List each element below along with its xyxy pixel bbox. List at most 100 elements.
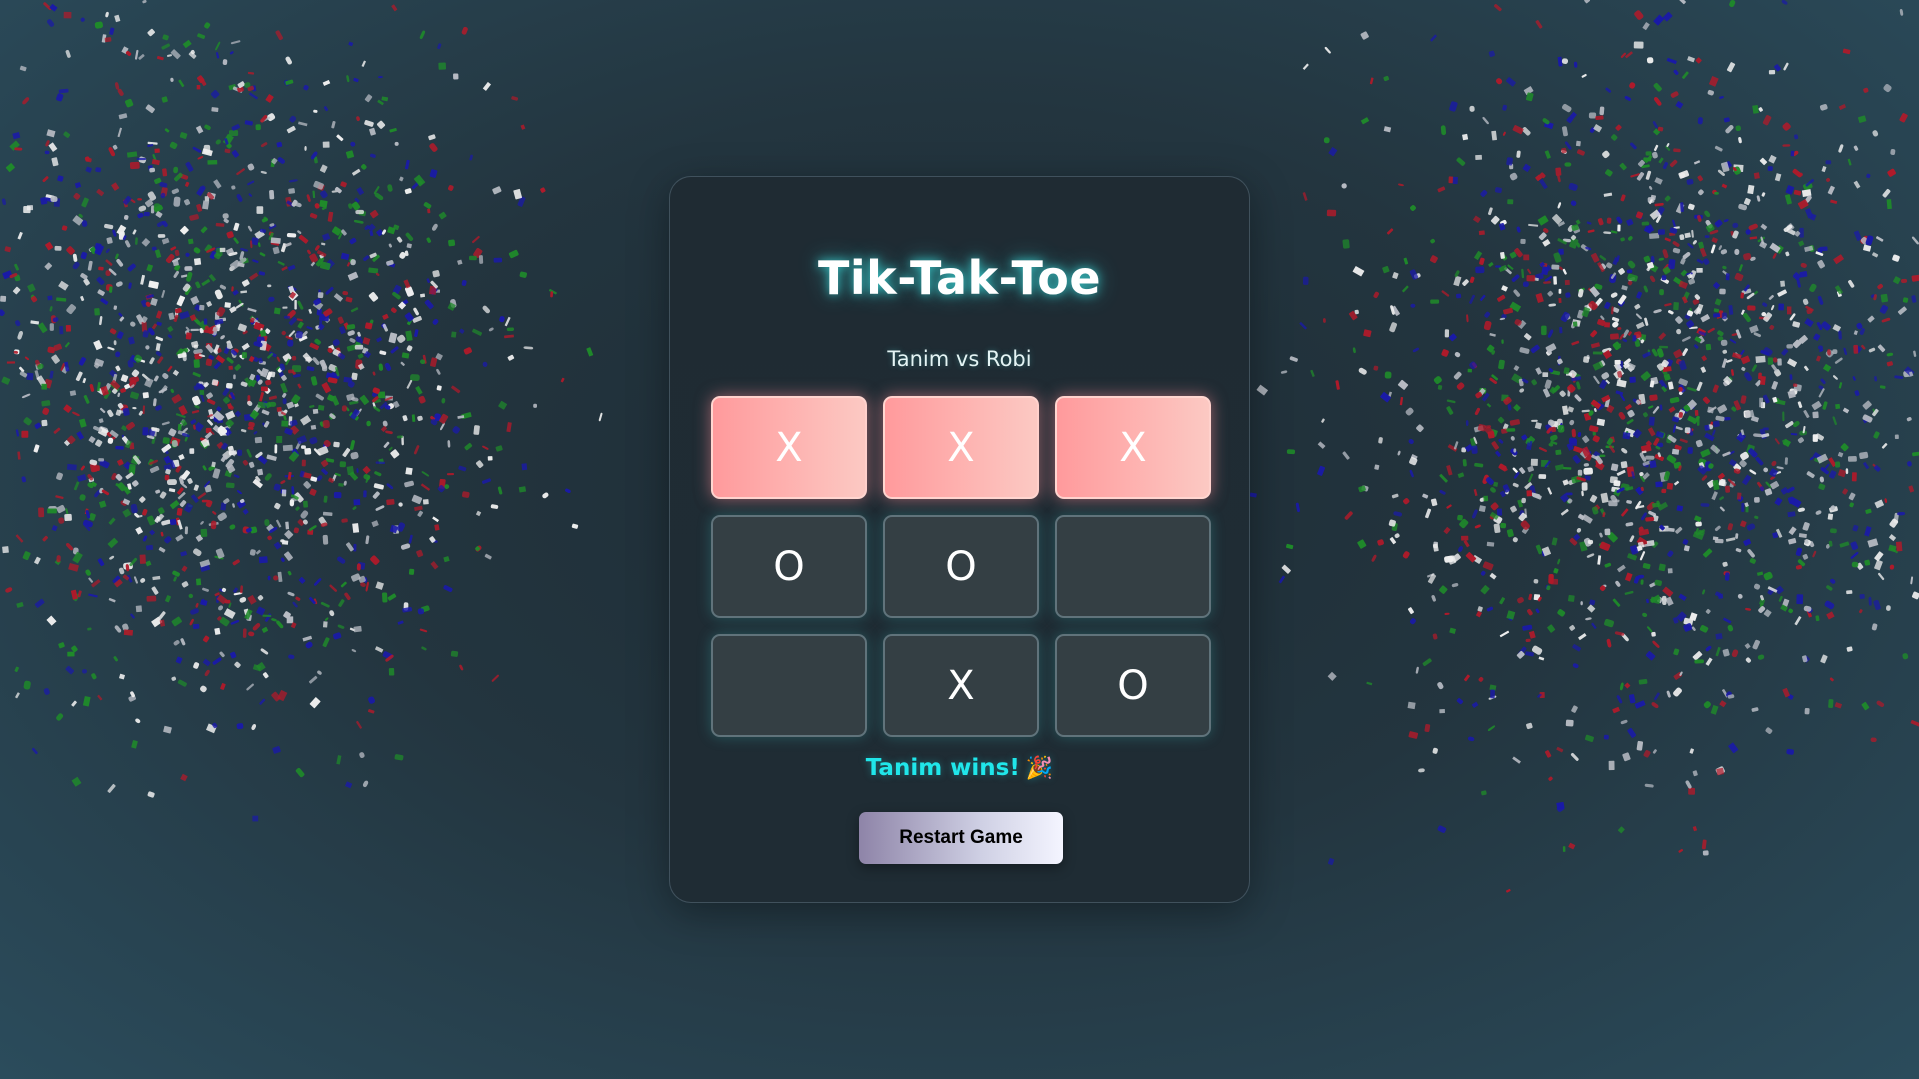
confetti-piece	[247, 180, 255, 186]
confetti-piece	[1495, 450, 1501, 457]
confetti-piece	[403, 279, 411, 289]
confetti-piece	[265, 379, 272, 386]
confetti-piece	[56, 504, 66, 514]
confetti-piece	[1446, 406, 1454, 415]
confetti-piece	[1490, 689, 1495, 699]
board-cell-3[interactable]: X	[1055, 396, 1211, 499]
confetti-piece	[1394, 533, 1400, 539]
board-cell-9[interactable]: O	[1055, 634, 1211, 737]
confetti-piece	[426, 278, 431, 283]
confetti-piece	[1763, 427, 1769, 431]
board-cell-8[interactable]: X	[883, 634, 1039, 737]
confetti-piece	[451, 331, 457, 338]
confetti-piece	[1781, 0, 1788, 5]
confetti-piece	[252, 815, 259, 822]
confetti-piece	[1493, 523, 1501, 534]
confetti-piece	[181, 565, 188, 572]
confetti-piece	[1603, 734, 1609, 740]
confetti-piece	[1302, 276, 1309, 285]
board-cell-6[interactable]	[1055, 515, 1211, 618]
board-cell-5[interactable]: O	[883, 515, 1039, 618]
confetti-piece	[160, 531, 164, 537]
confetti-piece	[1668, 259, 1676, 270]
board-cell-2[interactable]: X	[883, 396, 1039, 499]
confetti-piece	[463, 347, 472, 355]
confetti-piece	[1790, 150, 1795, 157]
confetti-piece	[1704, 210, 1711, 218]
confetti-piece	[1872, 252, 1879, 258]
confetti-piece	[1833, 375, 1838, 380]
confetti-piece	[457, 259, 463, 265]
confetti-piece	[1473, 489, 1478, 496]
confetti-piece	[306, 366, 315, 372]
confetti-piece	[180, 638, 186, 646]
confetti-piece	[1550, 426, 1557, 433]
confetti-piece	[1673, 349, 1683, 359]
confetti-piece	[1587, 539, 1594, 545]
board-cell-7[interactable]	[711, 634, 867, 737]
confetti-piece	[248, 631, 255, 637]
confetti-piece	[1472, 509, 1478, 519]
confetti-piece	[1535, 608, 1540, 614]
confetti-piece	[1665, 596, 1674, 606]
confetti-piece	[338, 599, 345, 607]
confetti-piece	[1774, 497, 1783, 506]
confetti-piece	[1437, 384, 1443, 390]
confetti-piece	[41, 419, 48, 427]
confetti-piece	[1384, 371, 1392, 379]
confetti-piece	[1760, 223, 1768, 231]
confetti-piece	[1853, 344, 1859, 354]
confetti-piece	[1402, 551, 1410, 559]
confetti-piece	[105, 259, 113, 266]
confetti-piece	[222, 213, 229, 219]
confetti-piece	[429, 143, 438, 152]
restart-game-button[interactable]: Restart Game	[859, 812, 1063, 864]
confetti-piece	[145, 104, 155, 114]
confetti-piece	[228, 130, 239, 137]
confetti-piece	[1827, 513, 1834, 520]
confetti-piece	[169, 499, 180, 510]
confetti-piece	[329, 584, 337, 592]
confetti-piece	[247, 163, 255, 171]
confetti-piece	[1894, 434, 1899, 440]
confetti-piece	[1405, 407, 1414, 416]
confetti-piece	[1430, 34, 1437, 42]
confetti-piece	[147, 143, 154, 148]
confetti-piece	[1550, 434, 1558, 441]
confetti-piece	[1530, 344, 1540, 354]
confetti-piece	[1799, 227, 1804, 238]
confetti-piece	[406, 345, 413, 352]
confetti-piece	[369, 209, 379, 219]
confetti-piece	[438, 62, 447, 70]
confetti-piece	[170, 388, 175, 393]
confetti-piece	[1565, 492, 1573, 496]
confetti-piece	[127, 263, 136, 272]
confetti-piece	[1495, 265, 1501, 268]
confetti-piece	[1505, 888, 1511, 893]
confetti-piece	[1828, 470, 1837, 479]
confetti-piece	[1619, 682, 1624, 691]
confetti-piece	[1342, 239, 1350, 249]
confetti-piece	[22, 97, 30, 105]
confetti-piece	[1874, 499, 1885, 509]
confetti-piece	[1710, 444, 1721, 454]
confetti-piece	[1708, 75, 1719, 87]
confetti-piece	[375, 581, 384, 590]
confetti-piece	[432, 516, 439, 523]
confetti-piece	[1537, 215, 1549, 226]
confetti-piece	[192, 146, 202, 153]
confetti-piece	[72, 411, 80, 417]
confetti-piece	[1583, 463, 1589, 467]
board-cell-4[interactable]: O	[711, 515, 867, 618]
confetti-piece	[1667, 381, 1674, 390]
confetti-piece	[1557, 424, 1565, 433]
confetti-piece	[1788, 526, 1797, 536]
confetti-piece	[277, 157, 285, 164]
confetti-piece	[1397, 450, 1401, 456]
board-cell-1[interactable]: X	[711, 396, 867, 499]
confetti-piece	[1456, 698, 1464, 705]
confetti-piece	[1620, 461, 1628, 469]
confetti-piece	[1437, 186, 1446, 193]
confetti-piece	[144, 377, 154, 388]
confetti-piece	[276, 406, 282, 412]
